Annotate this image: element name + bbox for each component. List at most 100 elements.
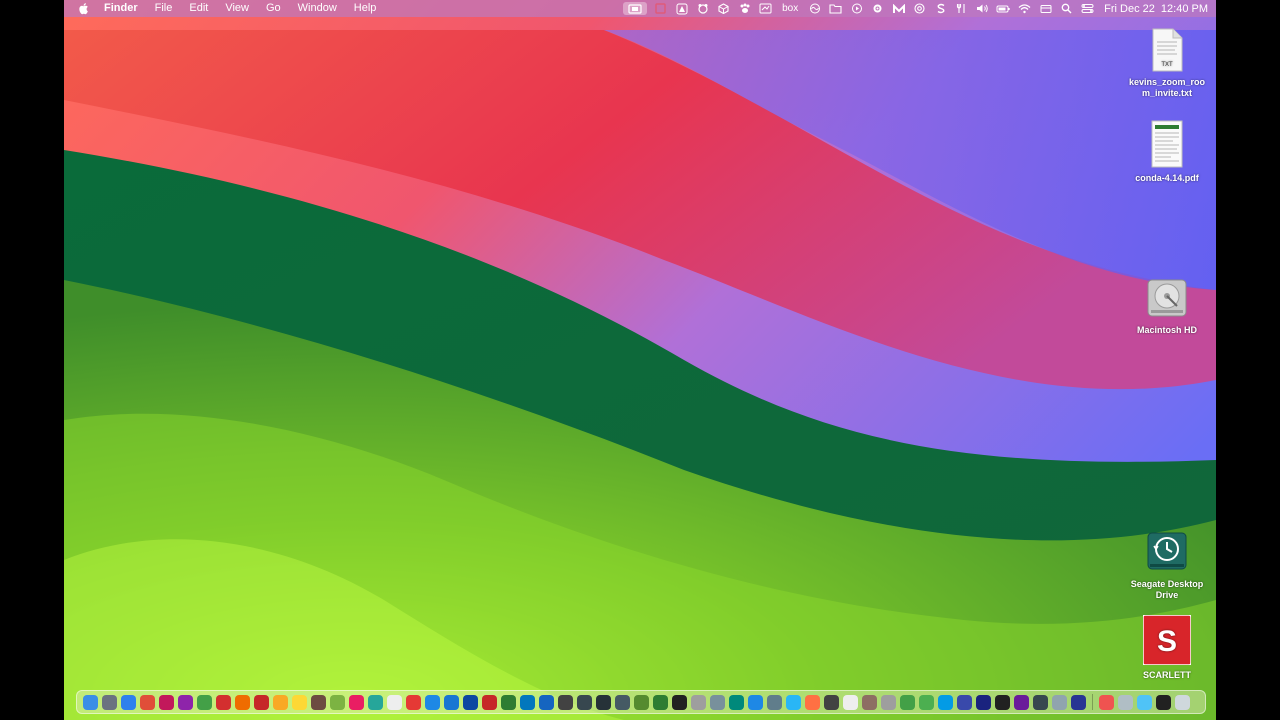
gear-icon[interactable] — [870, 2, 885, 15]
dock-app-icon[interactable] — [444, 694, 459, 710]
dock-app-icon[interactable] — [159, 694, 174, 710]
dock-app-icon[interactable] — [1137, 694, 1152, 710]
menu-go[interactable]: Go — [266, 0, 281, 17]
desktop-icon-label: Seagate Desktop Drive — [1130, 579, 1204, 600]
square-icon[interactable] — [653, 2, 668, 15]
dock-app-icon[interactable] — [919, 694, 934, 710]
dock-app-icon[interactable] — [1052, 694, 1067, 710]
dock-app-icon[interactable] — [140, 694, 155, 710]
dock-app-icon[interactable] — [653, 694, 668, 710]
control-center-icon[interactable] — [1080, 2, 1095, 15]
volume-icon[interactable] — [975, 2, 990, 15]
dock-app-icon[interactable] — [1014, 694, 1029, 710]
dock-app-icon[interactable] — [197, 694, 212, 710]
dock-app-icon[interactable] — [387, 694, 402, 710]
dock-app-icon[interactable] — [254, 694, 269, 710]
dock-app-icon[interactable] — [501, 694, 516, 710]
dock-app-icon[interactable] — [235, 694, 250, 710]
dock-app-icon[interactable] — [634, 694, 649, 710]
menu-window[interactable]: Window — [298, 0, 337, 17]
bear-icon[interactable] — [695, 2, 710, 15]
time-machine-drive-icon — [1147, 532, 1187, 570]
dock-app-icon[interactable] — [216, 694, 231, 710]
dock-app-icon[interactable] — [596, 694, 611, 710]
dock-app-icon[interactable] — [748, 694, 763, 710]
dock-app-icon[interactable] — [425, 694, 440, 710]
dock-app-icon[interactable] — [330, 694, 345, 710]
dock-app-icon[interactable] — [691, 694, 706, 710]
dock-app-icon[interactable] — [121, 694, 136, 710]
search-icon[interactable] — [1059, 2, 1074, 15]
dock-app-icon[interactable] — [1033, 694, 1048, 710]
dock-app-icon[interactable] — [558, 694, 573, 710]
dock-app-icon[interactable] — [881, 694, 896, 710]
folder-icon[interactable] — [828, 2, 843, 15]
dock-app-icon[interactable] — [786, 694, 801, 710]
dock-app-icon[interactable] — [1156, 694, 1171, 710]
dock-app-icon[interactable] — [178, 694, 193, 710]
dock-app-icon[interactable] — [615, 694, 630, 710]
fork-icon[interactable] — [954, 2, 969, 15]
txt-file-icon: TXT — [1152, 28, 1183, 72]
dock-app-icon[interactable] — [406, 694, 421, 710]
dock-app-icon[interactable] — [672, 694, 687, 710]
wallpaper-art — [64, 0, 1216, 720]
battery-icon[interactable] — [996, 2, 1011, 15]
dock-app-icon[interactable] — [83, 694, 98, 710]
desktop-icon-conda-pdf[interactable]: conda-4.14.pdf — [1125, 120, 1209, 184]
dock-app-icon[interactable] — [1118, 694, 1133, 710]
dock-app-icon[interactable] — [539, 694, 554, 710]
dock-app-icon[interactable] — [482, 694, 497, 710]
screen-record-icon[interactable] — [623, 2, 648, 15]
dock-app-icon[interactable] — [292, 694, 307, 710]
dock-app-icon[interactable] — [805, 694, 820, 710]
box-icon[interactable]: box — [779, 2, 801, 15]
apple-menu-icon[interactable] — [78, 2, 90, 15]
menu-clock[interactable]: Fri Dec 22 12:40 PM — [1104, 3, 1208, 15]
menu-edit[interactable]: Edit — [189, 0, 208, 17]
dock-app-icon[interactable] — [843, 694, 858, 710]
desktop-icon-macintosh-hd[interactable]: Macintosh HD — [1125, 276, 1209, 336]
at-icon[interactable] — [912, 2, 927, 15]
dock-app-icon[interactable] — [1099, 694, 1114, 710]
dock-app-icon[interactable] — [824, 694, 839, 710]
wave-icon[interactable] — [807, 2, 822, 15]
dock-app-icon[interactable] — [862, 694, 877, 710]
menu-help[interactable]: Help — [354, 0, 377, 17]
desktop-icon-seagate-drive[interactable]: Seagate Desktop Drive — [1125, 530, 1209, 601]
dock-app-icon[interactable] — [957, 694, 972, 710]
menu-view[interactable]: View — [225, 0, 249, 17]
card-icon[interactable] — [1038, 2, 1053, 15]
dock-app-icon[interactable] — [102, 694, 117, 710]
desktop-icon-zoom-invite[interactable]: TXT kevins_zoom_room_invite.txt — [1125, 28, 1209, 99]
hard-drive-icon — [1147, 279, 1187, 317]
dock-app-icon[interactable] — [368, 694, 383, 710]
scarlett-badge: S — [1157, 625, 1177, 658]
s-icon[interactable] — [933, 2, 948, 15]
dock-app-icon[interactable] — [520, 694, 535, 710]
paw-icon[interactable] — [737, 2, 752, 15]
menu-file[interactable]: File — [155, 0, 173, 17]
triangle-icon[interactable] — [674, 2, 689, 15]
dock-app-icon[interactable] — [938, 694, 953, 710]
dock-app-icon[interactable] — [577, 694, 592, 710]
dock-app-icon[interactable] — [1071, 694, 1086, 710]
m-icon[interactable] — [891, 2, 906, 15]
dock-app-icon[interactable] — [729, 694, 744, 710]
dock-app-icon[interactable] — [311, 694, 326, 710]
dock-app-icon[interactable] — [976, 694, 991, 710]
wifi-icon[interactable] — [1017, 2, 1032, 15]
play-icon[interactable] — [849, 2, 864, 15]
dock-app-icon[interactable] — [463, 694, 478, 710]
cube-icon[interactable] — [716, 2, 731, 15]
dock-app-icon[interactable] — [1175, 694, 1190, 710]
dock-app-icon[interactable] — [900, 694, 915, 710]
menu-app-finder[interactable]: Finder — [104, 0, 138, 17]
screenshot-icon[interactable] — [758, 2, 773, 15]
dock-app-icon[interactable] — [349, 694, 364, 710]
dock-app-icon[interactable] — [767, 694, 782, 710]
dock-app-icon[interactable] — [995, 694, 1010, 710]
desktop-icon-scarlett[interactable]: S SCARLETT — [1125, 614, 1209, 681]
dock-app-icon[interactable] — [273, 694, 288, 710]
dock-app-icon[interactable] — [710, 694, 725, 710]
